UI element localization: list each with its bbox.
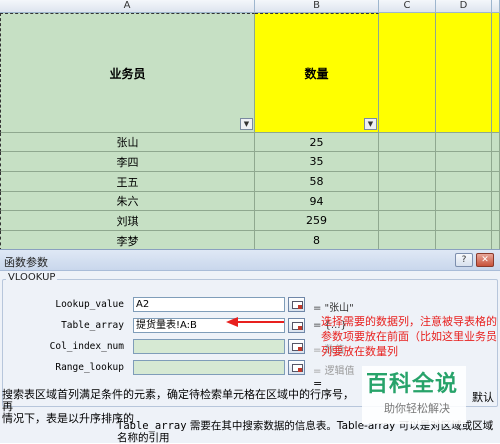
table-cell[interactable] bbox=[379, 211, 436, 231]
collapse-ref-button[interactable] bbox=[288, 360, 305, 375]
lookup-value-input[interactable]: A2 bbox=[133, 297, 285, 312]
cell-text: 8 bbox=[313, 234, 320, 247]
function-description-more: 默认 bbox=[472, 391, 494, 404]
table-cell[interactable] bbox=[492, 152, 500, 172]
dialog-title: 函数参数 bbox=[4, 256, 48, 269]
input-value: 提货量表!A:B bbox=[136, 320, 197, 331]
close-button[interactable]: ✕ bbox=[476, 253, 494, 267]
range-select-icon-marker bbox=[298, 347, 302, 351]
header-cell-quantity[interactable]: 数量 bbox=[255, 13, 379, 133]
column-header-label: D bbox=[459, 0, 468, 11]
cell-text: 25 bbox=[309, 135, 324, 149]
table-row-name[interactable]: 王五 bbox=[0, 172, 255, 192]
column-header-c[interactable]: C bbox=[379, 0, 436, 13]
header-label-salesperson: 业务员 bbox=[109, 66, 146, 81]
filter-dropdown-icon[interactable]: ▼ bbox=[240, 118, 253, 130]
table-cell[interactable] bbox=[492, 192, 500, 211]
column-header-label: A bbox=[123, 0, 131, 11]
watermark-logo-text: 百科全说 bbox=[366, 372, 459, 397]
arg-label-col-index-num: Col_index_num bbox=[49, 341, 124, 352]
table-cell[interactable] bbox=[436, 211, 492, 231]
argument-description-name: Table_array bbox=[117, 420, 187, 432]
table-cell[interactable] bbox=[436, 172, 492, 192]
annotation-note: 选择需要的数据列，注意被导表格的参数项要放在前面（比如这里业务员列要放在数量列 bbox=[321, 315, 497, 358]
table-row-qty[interactable]: 259 bbox=[255, 211, 379, 231]
arg-label-range-lookup: Range_lookup bbox=[55, 362, 124, 373]
collapse-ref-button[interactable] bbox=[288, 318, 305, 333]
table-cell[interactable] bbox=[492, 231, 500, 250]
column-header-a[interactable]: A bbox=[0, 0, 255, 13]
table-cell[interactable] bbox=[492, 211, 500, 231]
table-row-name[interactable]: 朱六 bbox=[0, 192, 255, 211]
dialog-titlebar[interactable]: 函数参数 ? ✕ bbox=[0, 250, 500, 271]
table-row-qty[interactable]: 8 bbox=[255, 231, 379, 250]
function-description-line1: 搜索表区域首列满足条件的元素，确定待检索单元格在区域中的行序号，再 bbox=[2, 388, 354, 413]
table-row-qty[interactable]: 94 bbox=[255, 192, 379, 211]
cell-text: 朱六 bbox=[116, 195, 139, 208]
table-row-name[interactable]: 张山 bbox=[0, 133, 255, 152]
arg-label-lookup-value: Lookup_value bbox=[55, 299, 124, 310]
table-cell[interactable] bbox=[379, 133, 436, 152]
column-header-label: C bbox=[403, 0, 411, 11]
table-cell[interactable] bbox=[379, 172, 436, 192]
function-arguments-dialog: 函数参数 ? ✕ VLOOKUP Lookup_value A2 = "张山" … bbox=[0, 249, 500, 444]
cell-text: 刘琪 bbox=[116, 214, 139, 228]
table-row-name[interactable]: 李梦 bbox=[0, 231, 255, 250]
table-row-name[interactable]: 刘琪 bbox=[0, 211, 255, 231]
column-header-b[interactable]: B bbox=[255, 0, 379, 13]
table-cell[interactable] bbox=[492, 133, 500, 152]
cell-text: 李四 bbox=[116, 155, 139, 169]
header-cell-salesperson[interactable]: 业务员 bbox=[0, 13, 255, 133]
annotation-arrow-icon bbox=[226, 317, 284, 327]
range-select-icon-marker bbox=[298, 368, 302, 372]
cell-text: 259 bbox=[306, 214, 327, 227]
column-header-d[interactable]: D bbox=[436, 0, 492, 13]
filter-dropdown-icon[interactable]: ▼ bbox=[364, 118, 377, 130]
watermark: 百科全说 助你轻松解决 bbox=[362, 366, 466, 424]
table-cell[interactable] bbox=[436, 192, 492, 211]
help-button[interactable]: ? bbox=[455, 253, 473, 267]
table-row-qty[interactable]: 58 bbox=[255, 172, 379, 192]
arg-label-table-array: Table_array bbox=[61, 320, 124, 331]
table-row-qty[interactable]: 35 bbox=[255, 152, 379, 172]
range-lookup-input[interactable] bbox=[133, 360, 285, 375]
table-cell[interactable] bbox=[492, 172, 500, 192]
col-index-num-input[interactable] bbox=[133, 339, 285, 354]
range-select-icon-marker bbox=[298, 305, 302, 309]
table-cell[interactable] bbox=[379, 231, 436, 250]
header-cell-c[interactable] bbox=[379, 13, 436, 133]
cell-text: 张山 bbox=[116, 136, 139, 149]
cell-text: 李梦 bbox=[116, 234, 139, 248]
cell-text: 94 bbox=[309, 194, 324, 208]
table-row-qty[interactable]: 25 bbox=[255, 133, 379, 152]
column-header-label: B bbox=[313, 0, 320, 11]
arg-result: = "张山" bbox=[313, 303, 354, 314]
function-name-label: VLOOKUP bbox=[6, 272, 58, 283]
table-cell[interactable] bbox=[436, 152, 492, 172]
close-icon: ✕ bbox=[481, 255, 489, 265]
table-cell[interactable] bbox=[436, 231, 492, 250]
cell-text: 王五 bbox=[116, 175, 139, 189]
column-header-e[interactable] bbox=[492, 0, 500, 13]
help-icon: ? bbox=[461, 255, 467, 265]
input-value: A2 bbox=[136, 299, 150, 310]
watermark-subtitle: 助你轻松解决 bbox=[384, 402, 450, 415]
spreadsheet: A B C D 业务员 ▼ 数量 ▼ 张山 25 李四 35 王五 58 朱六 … bbox=[0, 0, 500, 250]
collapse-ref-button[interactable] bbox=[288, 297, 305, 312]
table-row-name[interactable]: 李四 bbox=[0, 152, 255, 172]
header-cell-e[interactable] bbox=[492, 13, 500, 133]
collapse-ref-button[interactable] bbox=[288, 339, 305, 354]
cell-text: 58 bbox=[309, 175, 324, 188]
arg-result: = 逻辑值 bbox=[313, 366, 355, 377]
table-cell[interactable] bbox=[379, 152, 436, 172]
header-cell-d[interactable] bbox=[436, 13, 492, 133]
range-select-icon-marker bbox=[298, 326, 302, 330]
cell-text: 35 bbox=[309, 155, 324, 168]
table-cell[interactable] bbox=[379, 192, 436, 211]
header-label-quantity: 数量 bbox=[304, 66, 329, 81]
table-cell[interactable] bbox=[436, 133, 492, 152]
